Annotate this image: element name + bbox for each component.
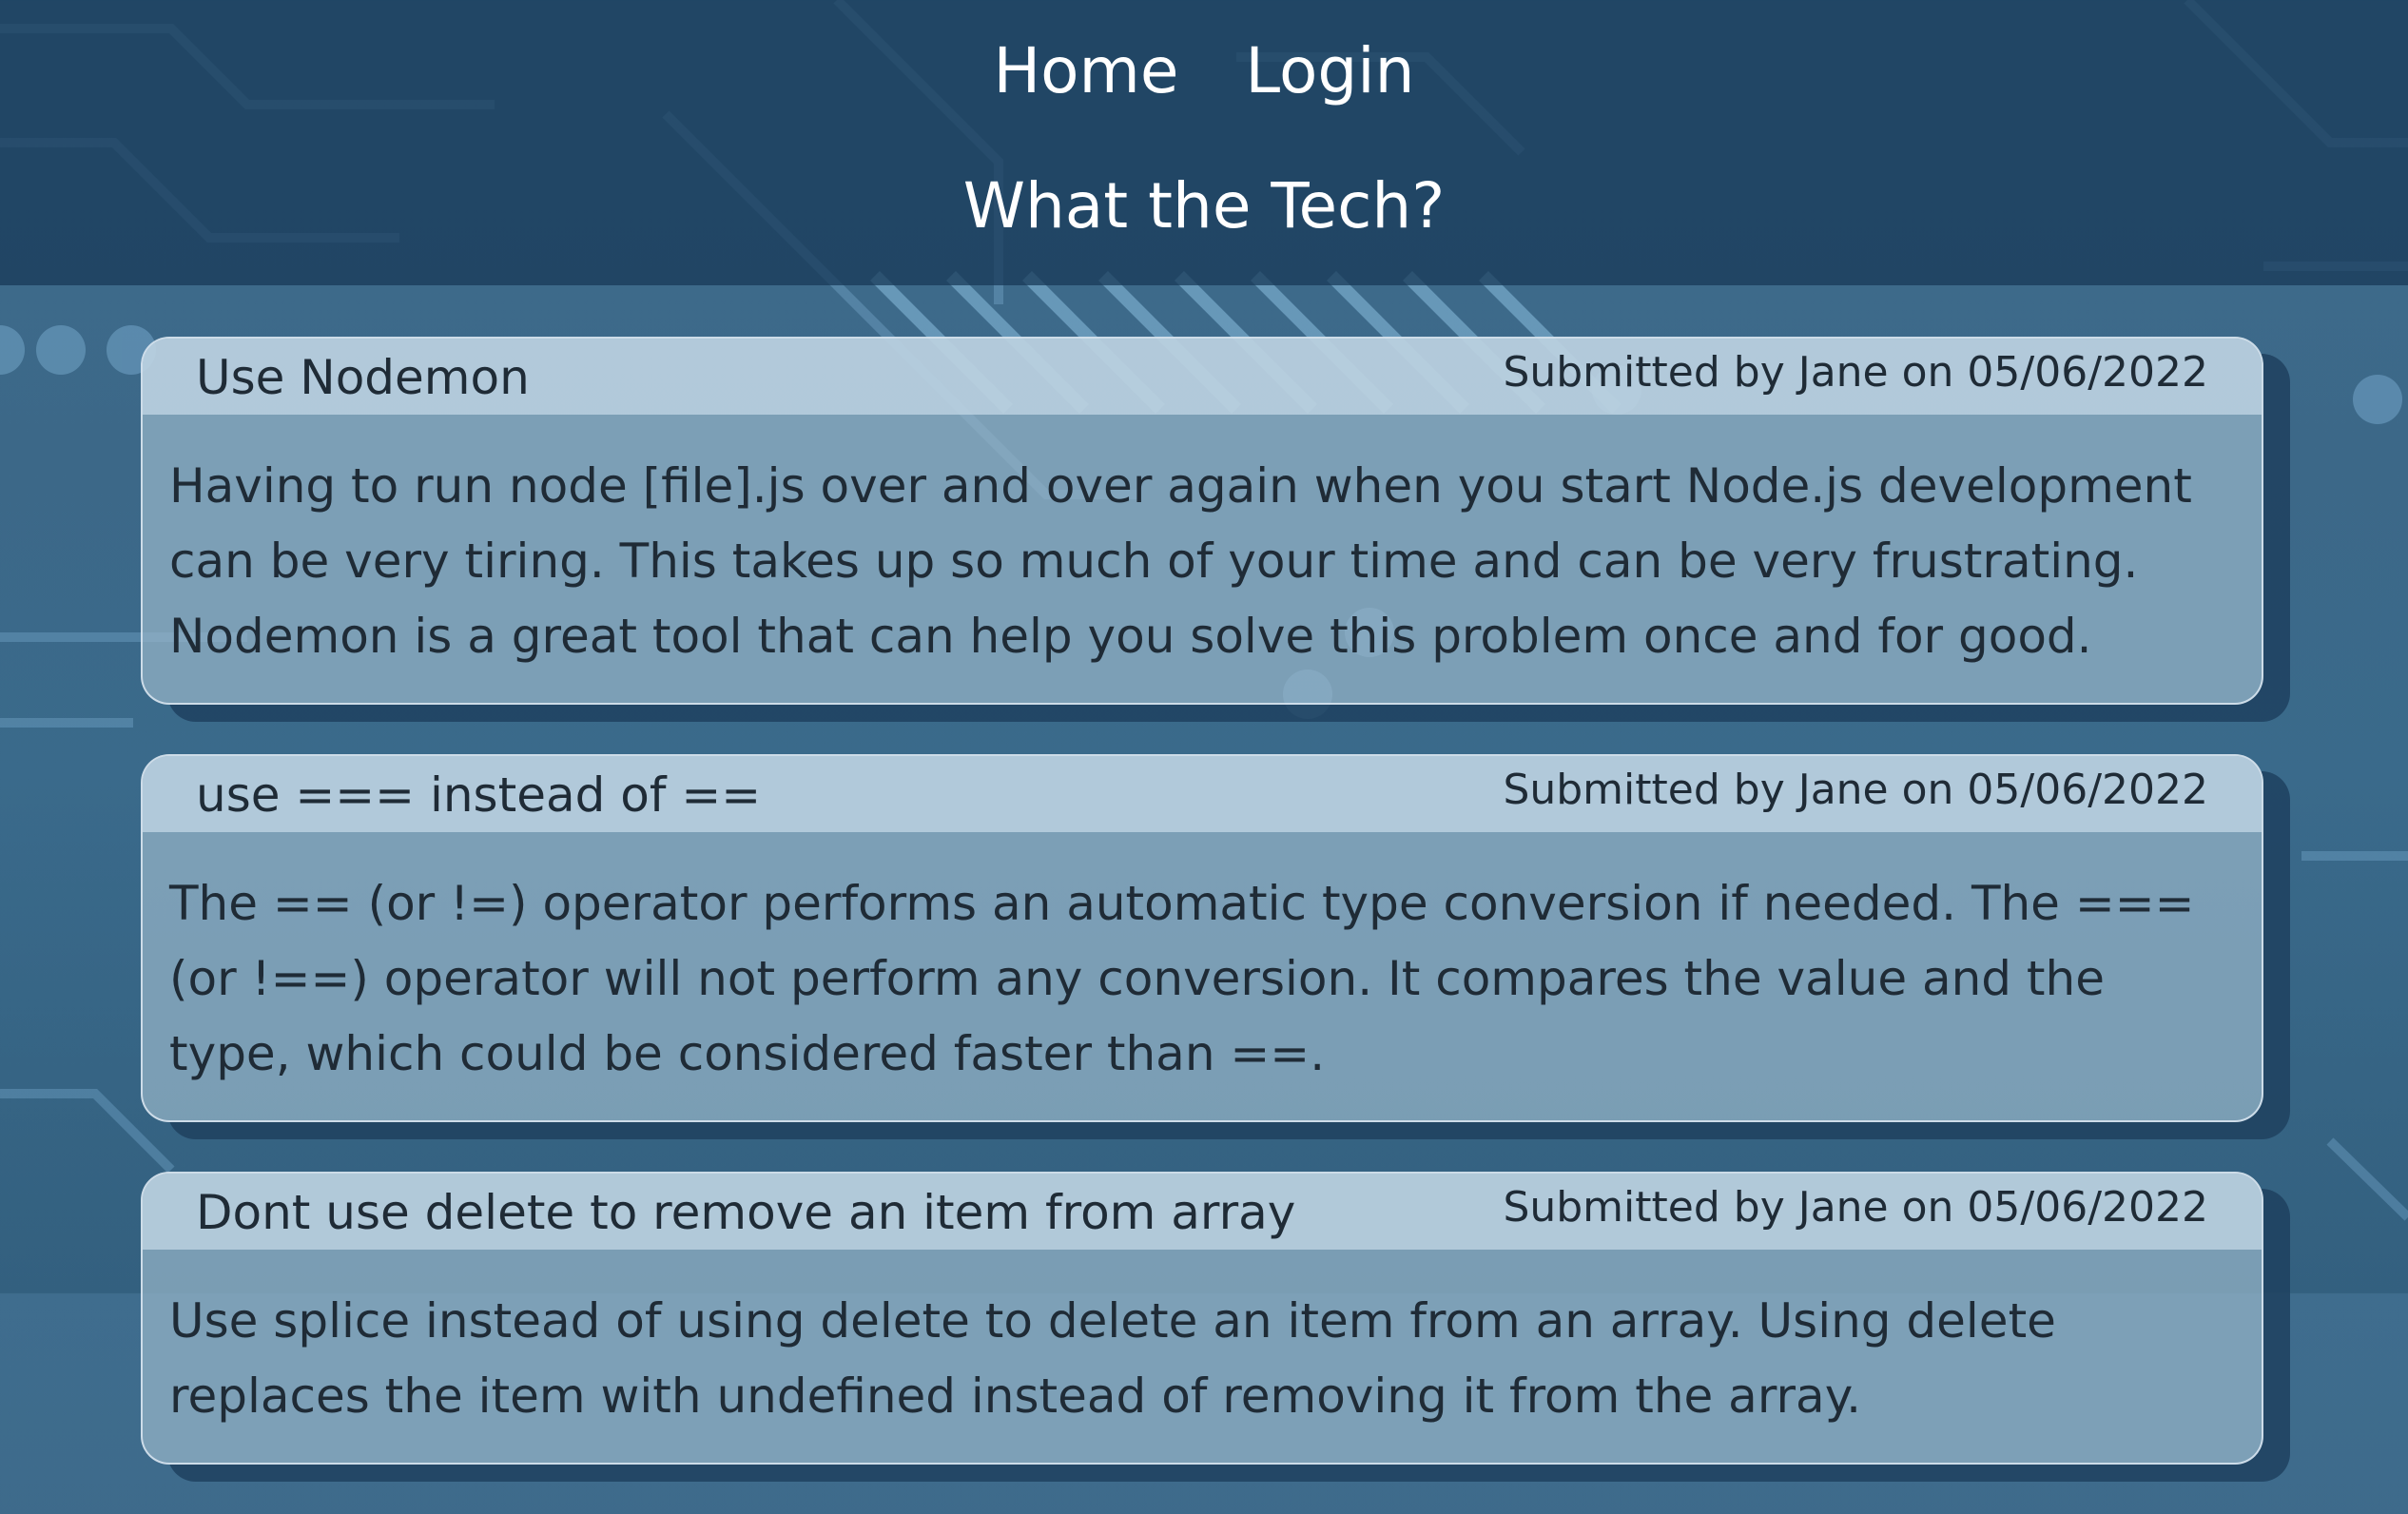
post-title[interactable]: Dont use delete to remove an item from a… xyxy=(196,1183,1295,1242)
post-card[interactable]: Dont use delete to remove an item from a… xyxy=(141,1172,2263,1465)
post-card-header: Use Nodemon Submitted by Jane on 05/06/2… xyxy=(143,339,2262,415)
main-nav: Home Login xyxy=(0,29,2408,114)
post-meta: Submitted by Jane on 05/06/2022 xyxy=(1503,766,2208,814)
post-card[interactable]: use === instead of == Submitted by Jane … xyxy=(141,754,2263,1122)
nav-home-link[interactable]: Home xyxy=(994,29,1179,114)
nav-login-link[interactable]: Login xyxy=(1245,29,1414,114)
post-body: The == (or !=) operator performs an auto… xyxy=(169,876,2195,1081)
site-title: What the Tech? xyxy=(962,169,1446,243)
site-header: Home Login What the Tech? xyxy=(0,0,2408,285)
post-meta: Submitted by Jane on 05/06/2022 xyxy=(1503,1183,2208,1232)
post-title[interactable]: Use Nodemon xyxy=(196,348,530,407)
posts-list: Use Nodemon Submitted by Jane on 05/06/2… xyxy=(141,337,2263,1514)
post-card[interactable]: Use Nodemon Submitted by Jane on 05/06/2… xyxy=(141,337,2263,705)
post-body: Having to run node [file].js over and ov… xyxy=(169,458,2192,664)
post-card-header: Dont use delete to remove an item from a… xyxy=(143,1174,2262,1250)
post-meta: Submitted by Jane on 05/06/2022 xyxy=(1503,348,2208,397)
post-card-header: use === instead of == Submitted by Jane … xyxy=(143,756,2262,832)
post-body: Use splice instead of using delete to de… xyxy=(169,1293,2056,1424)
post-title[interactable]: use === instead of == xyxy=(196,766,761,825)
